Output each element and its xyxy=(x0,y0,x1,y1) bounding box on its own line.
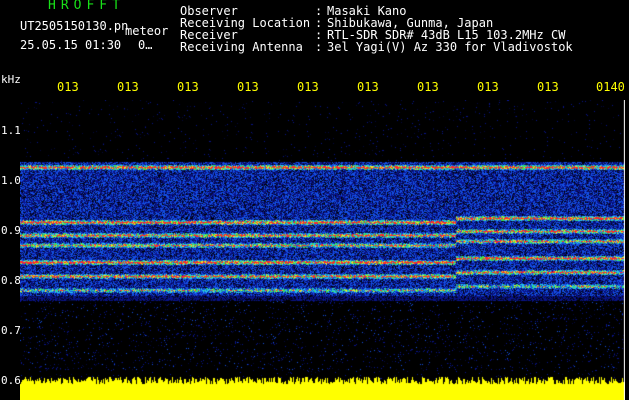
ytick-label: 1.0 xyxy=(1,174,21,187)
yaxis-unit: kHz xyxy=(1,73,21,86)
xtick-label: 013 xyxy=(57,80,79,94)
datetime-label: 25.05.15 01:30 xyxy=(20,38,122,52)
spectrogram xyxy=(20,100,625,400)
meteor-count: 0… xyxy=(138,38,153,52)
ytick-label: 0.8 xyxy=(1,274,21,287)
colon: : xyxy=(315,40,323,54)
xtick-label: 013 xyxy=(417,80,439,94)
xtick-label: 013 xyxy=(537,80,559,94)
spectrogram-canvas xyxy=(20,100,625,400)
xtick-label: 013 xyxy=(177,80,199,94)
xtick-label: 013 xyxy=(357,80,379,94)
filename-label: UT2505150130.pn xyxy=(20,19,129,33)
ytick-label: 0.7 xyxy=(1,324,21,337)
meteor-label: meteor xyxy=(125,24,169,38)
ytick-label: 0.9 xyxy=(1,224,21,237)
xtick-label: 013 xyxy=(237,80,259,94)
xtick-label: 013 xyxy=(297,80,319,94)
app-brand: HROFFT xyxy=(48,0,125,13)
ytick-label: 0.6 xyxy=(1,374,21,387)
antenna-value: 3el Yagi(V) Az 330 for Vladivostok xyxy=(327,40,573,54)
xtick-label: 013 xyxy=(477,80,499,94)
xtick-label: 013 xyxy=(117,80,139,94)
antenna-label: Receiving Antenna xyxy=(180,40,303,54)
ytick-label: 1.1 xyxy=(1,124,21,137)
xtick-label: 0140 xyxy=(596,80,625,94)
